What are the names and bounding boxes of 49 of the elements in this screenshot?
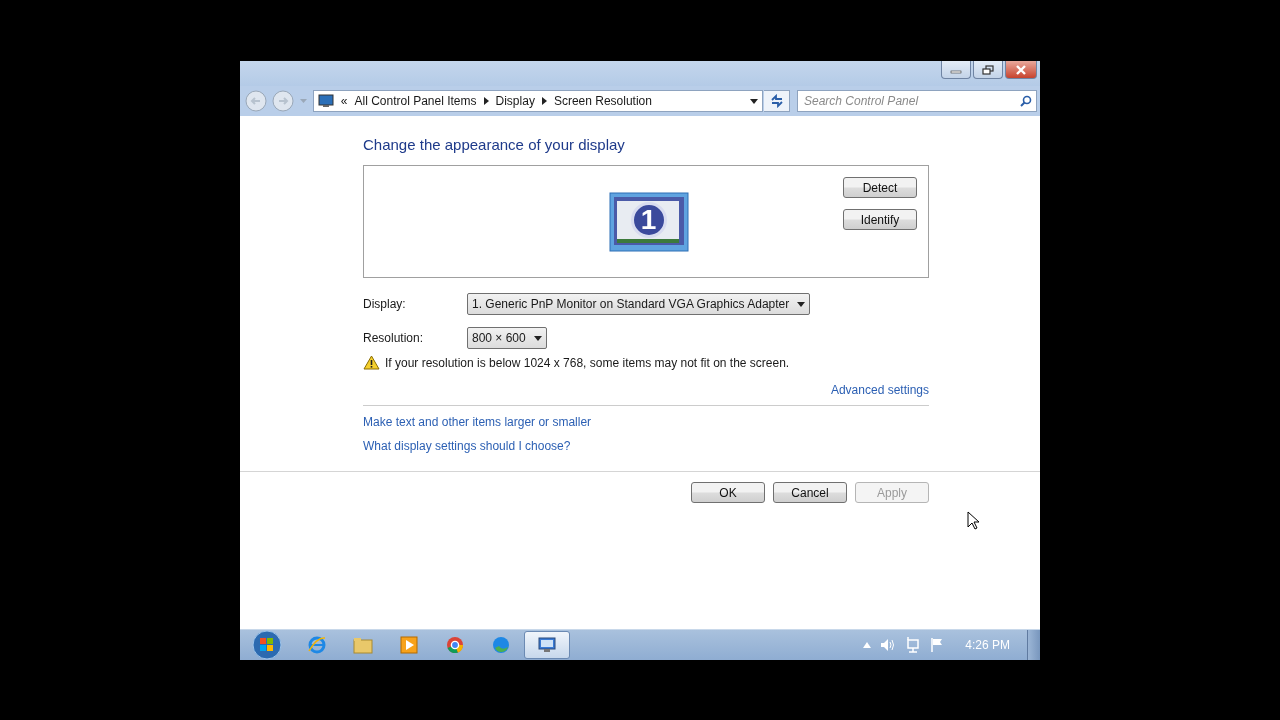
warning-message: If your resolution is below 1024 x 768, some items may not fit on the screen. — [385, 355, 790, 370]
warning-icon — [363, 355, 380, 370]
breadcrumb-item[interactable]: Display — [495, 94, 535, 108]
close-icon — [1015, 64, 1027, 75]
address-bar[interactable]: « All Control Panel Items Display Screen Resolution — [312, 90, 764, 112]
close-button[interactable] — [1005, 61, 1037, 79]
caret-icon — [797, 301, 806, 307]
chrome-icon — [446, 636, 464, 654]
restore-button[interactable] — [973, 61, 1003, 79]
breadcrumb-overflow[interactable]: « — [340, 94, 348, 108]
caret-icon — [533, 335, 542, 341]
folder-icon — [353, 636, 373, 654]
dropdown-icon[interactable] — [750, 98, 759, 104]
field-label: Display: — [363, 297, 407, 311]
forward-button[interactable] — [269, 89, 296, 113]
help-link[interactable]: Make text and other items larger or smaller — [363, 415, 592, 429]
play-icon — [400, 636, 418, 654]
flag-icon[interactable] — [930, 637, 945, 653]
restore-icon — [982, 64, 994, 75]
monitor-icon — [317, 94, 334, 108]
page-heading: Change the appearance of your display — [363, 136, 626, 153]
field-label: Resolution: — [363, 331, 425, 345]
network-icon[interactable] — [905, 637, 922, 653]
chevron-icon[interactable] — [483, 97, 489, 105]
refresh-button[interactable] — [764, 90, 790, 112]
display-thumbnail[interactable]: 1 — [608, 192, 689, 252]
show-hidden-icons-icon[interactable] — [863, 642, 872, 648]
help-link[interactable]: What display settings should I choose? — [363, 439, 571, 453]
dropdown[interactable]: 1. Generic PnP Monitor on Standard VGA Graphics Adapter — [467, 293, 811, 315]
advanced-settings-link[interactable]: Advanced settings — [830, 383, 929, 397]
monitor-icon — [538, 637, 556, 653]
minimize-button[interactable] — [941, 61, 971, 79]
search-icon[interactable] — [1020, 95, 1032, 107]
panel-button[interactable]: Identify — [843, 209, 917, 230]
panel-button[interactable]: Detect — [843, 177, 917, 198]
search-field[interactable]: Search Control Panel — [797, 90, 1037, 112]
speaker-icon[interactable] — [880, 638, 897, 652]
edge-icon — [492, 636, 510, 654]
back-button[interactable] — [243, 89, 269, 113]
mouse-cursor-icon — [967, 511, 980, 530]
taskbar-button[interactable] — [524, 631, 570, 659]
dialog-button[interactable]: OK — [691, 482, 765, 503]
browser-icon — [307, 635, 327, 655]
breadcrumb-item[interactable]: Screen Resolution — [553, 94, 652, 108]
chevron-icon[interactable] — [541, 97, 547, 105]
dialog-button[interactable]: Cancel — [773, 482, 847, 503]
dropdown[interactable]: 800 × 600 — [467, 327, 547, 349]
breadcrumb-item[interactable]: All Control Panel Items — [354, 94, 477, 108]
show-desktop-button[interactable] — [1027, 630, 1040, 660]
